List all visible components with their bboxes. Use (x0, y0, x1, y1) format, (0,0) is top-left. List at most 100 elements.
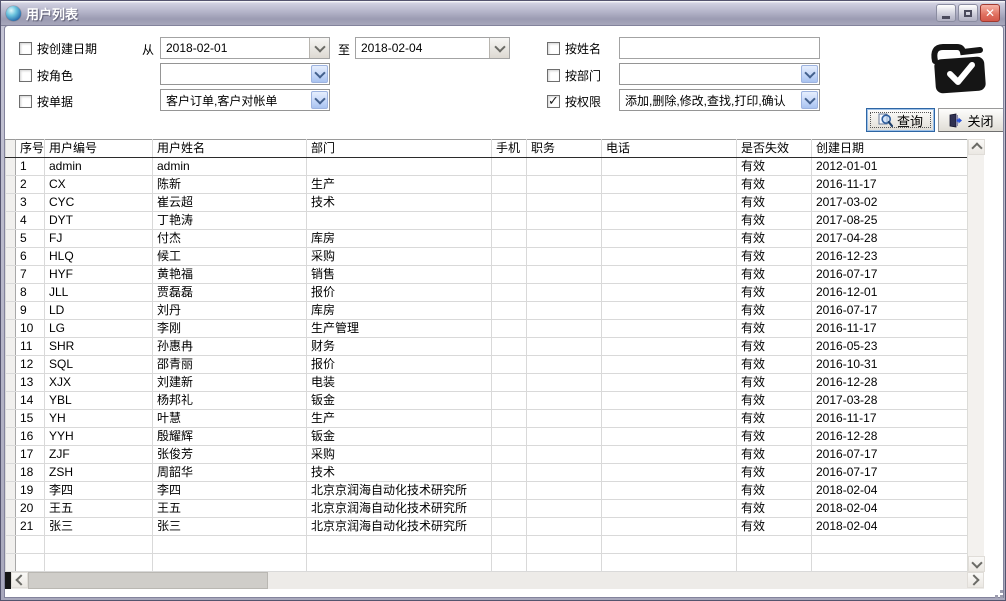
column-header[interactable]: 用户编号 (45, 140, 153, 158)
scroll-track[interactable] (268, 572, 967, 589)
checkbox-by-document[interactable]: ✓ 按单据 (19, 93, 73, 109)
checkbox-box[interactable]: ✓ (19, 69, 32, 82)
table-row[interactable]: 10LG李刚生产管理有效2016-11-17 (6, 320, 968, 338)
row-selector[interactable] (6, 266, 16, 284)
scroll-right-button[interactable] (967, 572, 984, 588)
horizontal-scroll-thumb[interactable] (28, 572, 268, 589)
row-selector[interactable] (6, 518, 16, 536)
table-row[interactable]: 3CYC崔云超技术有效2017-03-02 (6, 194, 968, 212)
permission-combobox[interactable]: 添加,删除,修改,查找,打印,确认 (619, 89, 820, 111)
maximize-button[interactable] (958, 4, 978, 22)
table-cell (492, 248, 527, 266)
date-from-picker[interactable]: 2018-02-01 (160, 37, 330, 59)
checkbox-box[interactable]: ✓ (547, 69, 560, 82)
document-combobox[interactable]: 客户订单,客户对帐单 (160, 89, 330, 111)
scroll-down-button[interactable] (968, 556, 985, 572)
row-selector[interactable] (6, 230, 16, 248)
table-row[interactable]: 19李四李四北京京润海自动化技术研究所有效2018-02-04 (6, 482, 968, 500)
row-selector[interactable] (6, 248, 16, 266)
row-selector[interactable] (6, 554, 16, 572)
table-cell: 有效 (737, 446, 812, 464)
checkbox-by-role[interactable]: ✓ 按角色 (19, 67, 73, 83)
scroll-up-button[interactable] (968, 139, 985, 155)
column-header[interactable]: 电话 (602, 140, 737, 158)
row-selector[interactable] (6, 338, 16, 356)
table-row[interactable]: 5FJ付杰库房有效2017-04-28 (6, 230, 968, 248)
checkbox-by-name[interactable]: ✓ 按姓名 (547, 40, 601, 56)
checkbox-by-permission[interactable]: ✓ 按权限 (547, 93, 601, 109)
row-selector[interactable] (6, 464, 16, 482)
date-to-picker[interactable]: 2018-02-04 (355, 37, 510, 59)
row-selector[interactable] (6, 158, 16, 176)
row-selector[interactable] (6, 284, 16, 302)
table-row[interactable]: 15YH叶慧生产有效2016-11-17 (6, 410, 968, 428)
checkbox-by-department[interactable]: ✓ 按部门 (547, 67, 601, 83)
table-row[interactable]: 11SHR孙惠冉财务有效2016-05-23 (6, 338, 968, 356)
row-selector[interactable] (6, 410, 16, 428)
table-row[interactable]: 14YBL杨邦礼钣金有效2017-03-28 (6, 392, 968, 410)
column-header[interactable]: 用户姓名 (153, 140, 307, 158)
table-row[interactable]: 2CX陈新生产有效2016-11-17 (6, 176, 968, 194)
dropdown-button[interactable] (311, 91, 328, 109)
close-button[interactable]: ✕ (980, 4, 1000, 22)
row-selector[interactable] (6, 176, 16, 194)
vertical-scrollbar[interactable] (967, 139, 984, 572)
dropdown-button[interactable] (801, 65, 818, 83)
table-row[interactable]: 4DYT丁艳涛有效2017-08-25 (6, 212, 968, 230)
column-header[interactable]: 序号 (16, 140, 45, 158)
table-row[interactable]: 1adminadmin有效2012-01-01 (6, 158, 968, 176)
row-selector[interactable] (6, 500, 16, 518)
horizontal-scrollbar[interactable] (5, 572, 984, 589)
table-row[interactable]: 9LD刘丹库房有效2016-07-17 (6, 302, 968, 320)
table-row[interactable]: 18ZSH周韶华技术有效2016-07-17 (6, 464, 968, 482)
column-header[interactable]: 创建日期 (812, 140, 968, 158)
column-header[interactable]: 是否失效 (737, 140, 812, 158)
query-button[interactable]: 查询 (866, 108, 935, 132)
row-selector[interactable] (6, 536, 16, 554)
row-selector[interactable] (6, 374, 16, 392)
table-row[interactable]: 13XJX刘建新电装有效2016-12-28 (6, 374, 968, 392)
table-row[interactable] (6, 554, 968, 572)
checkbox-box[interactable]: ✓ (547, 95, 560, 108)
name-input[interactable] (619, 37, 820, 59)
table-row[interactable]: 16YYH殷耀辉钣金有效2016-12-28 (6, 428, 968, 446)
dropdown-button[interactable] (311, 65, 328, 83)
column-header[interactable]: 部门 (307, 140, 492, 158)
row-selector[interactable] (6, 392, 16, 410)
row-selector[interactable] (6, 212, 16, 230)
minimize-button[interactable] (936, 4, 956, 22)
dropdown-button[interactable] (801, 91, 818, 109)
table-row[interactable] (6, 536, 968, 554)
table-row[interactable]: 7HYF黄艳福销售有效2016-07-17 (6, 266, 968, 284)
table-row[interactable]: 8JLL贾磊磊报价有效2016-12-01 (6, 284, 968, 302)
checkbox-box[interactable]: ✓ (19, 95, 32, 108)
row-selector[interactable] (6, 428, 16, 446)
checkbox-box[interactable]: ✓ (19, 42, 32, 55)
table-row[interactable]: 17ZJF张俊芳采购有效2016-07-17 (6, 446, 968, 464)
checkbox-box[interactable]: ✓ (547, 42, 560, 55)
column-header[interactable]: 手机 (492, 140, 527, 158)
column-header[interactable]: 职务 (527, 140, 602, 158)
table-row[interactable]: 21张三张三北京京润海自动化技术研究所有效2018-02-04 (6, 518, 968, 536)
row-selector[interactable] (6, 302, 16, 320)
checkbox-by-create-date[interactable]: ✓ 按创建日期 (19, 40, 97, 56)
row-selector[interactable] (6, 320, 16, 338)
table-cell: 2016-11-17 (812, 320, 968, 338)
close-window-button[interactable]: 关闭 (938, 108, 1004, 132)
row-selector[interactable] (6, 356, 16, 374)
role-combobox[interactable] (160, 63, 330, 85)
department-combobox[interactable] (619, 63, 820, 85)
table-row[interactable]: 6HLQ候工采购有效2016-12-23 (6, 248, 968, 266)
row-selector[interactable] (6, 446, 16, 464)
table-cell (492, 338, 527, 356)
dropdown-button[interactable] (309, 38, 329, 58)
dropdown-button[interactable] (489, 38, 509, 58)
table-cell: YYH (45, 428, 153, 446)
titlebar[interactable]: 用户列表 ✕ (1, 1, 1005, 26)
row-selector[interactable] (6, 482, 16, 500)
row-selector[interactable] (6, 194, 16, 212)
resize-grip[interactable] (990, 585, 1003, 598)
table-row[interactable]: 12SQL邵青丽报价有效2016-10-31 (6, 356, 968, 374)
scroll-left-button[interactable] (11, 572, 28, 588)
table-row[interactable]: 20王五王五北京京润海自动化技术研究所有效2018-02-04 (6, 500, 968, 518)
